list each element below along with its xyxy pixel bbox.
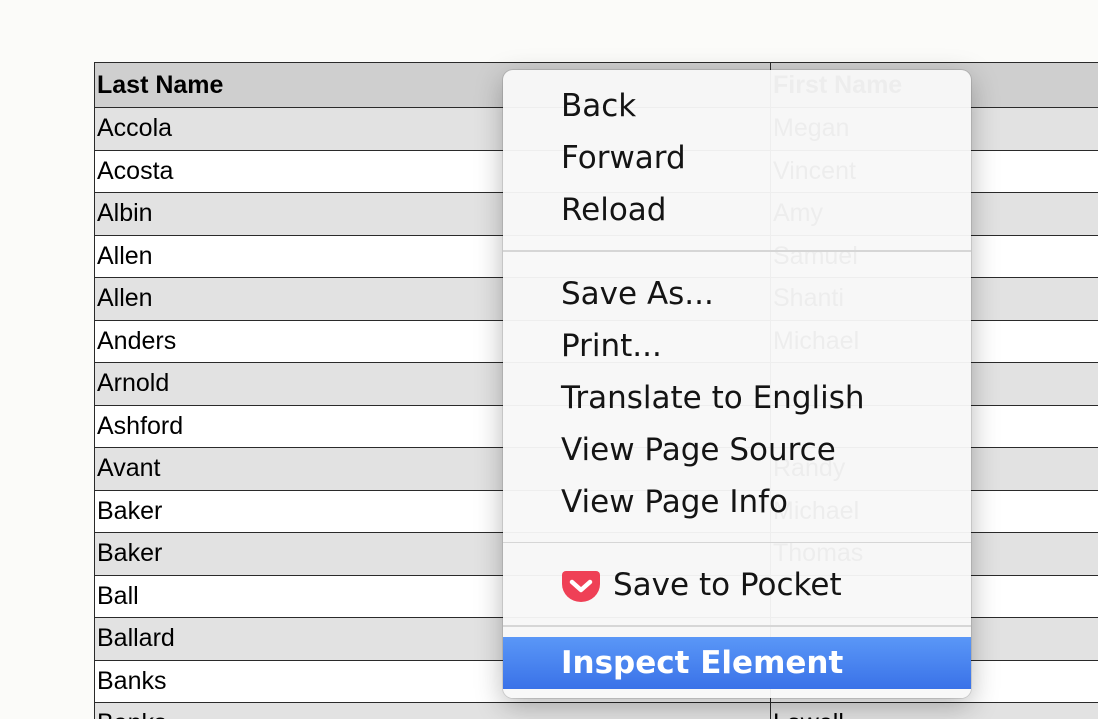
- menu-item-translate[interactable]: Translate to English: [503, 372, 971, 424]
- menu-item-view-page-source[interactable]: View Page Source: [503, 424, 971, 476]
- menu-separator: [503, 250, 971, 252]
- save-to-pocket-label: Save to Pocket: [613, 567, 842, 603]
- menu-item-back[interactable]: Back: [503, 80, 971, 132]
- menu-separator: [503, 625, 971, 627]
- menu-separator: [503, 541, 971, 543]
- menu-item-inspect-element[interactable]: Inspect Element: [503, 636, 971, 689]
- last-name-cell: Banks: [94, 702, 771, 719]
- menu-item-view-page-info[interactable]: View Page Info: [503, 476, 971, 528]
- menu-item-print[interactable]: Print...: [503, 320, 971, 372]
- pocket-icon: [562, 571, 600, 602]
- menu-item-save-as[interactable]: Save As...: [503, 268, 971, 320]
- menu-item-reload[interactable]: Reload: [503, 184, 971, 236]
- first-name-cell: Lowell: [770, 702, 1098, 719]
- context-menu: Back Forward Reload Save As... Print... …: [503, 70, 971, 698]
- table-row: BanksLowell: [94, 702, 1098, 719]
- menu-item-forward[interactable]: Forward: [503, 132, 971, 184]
- menu-item-save-to-pocket[interactable]: Save to Pocket: [503, 559, 971, 611]
